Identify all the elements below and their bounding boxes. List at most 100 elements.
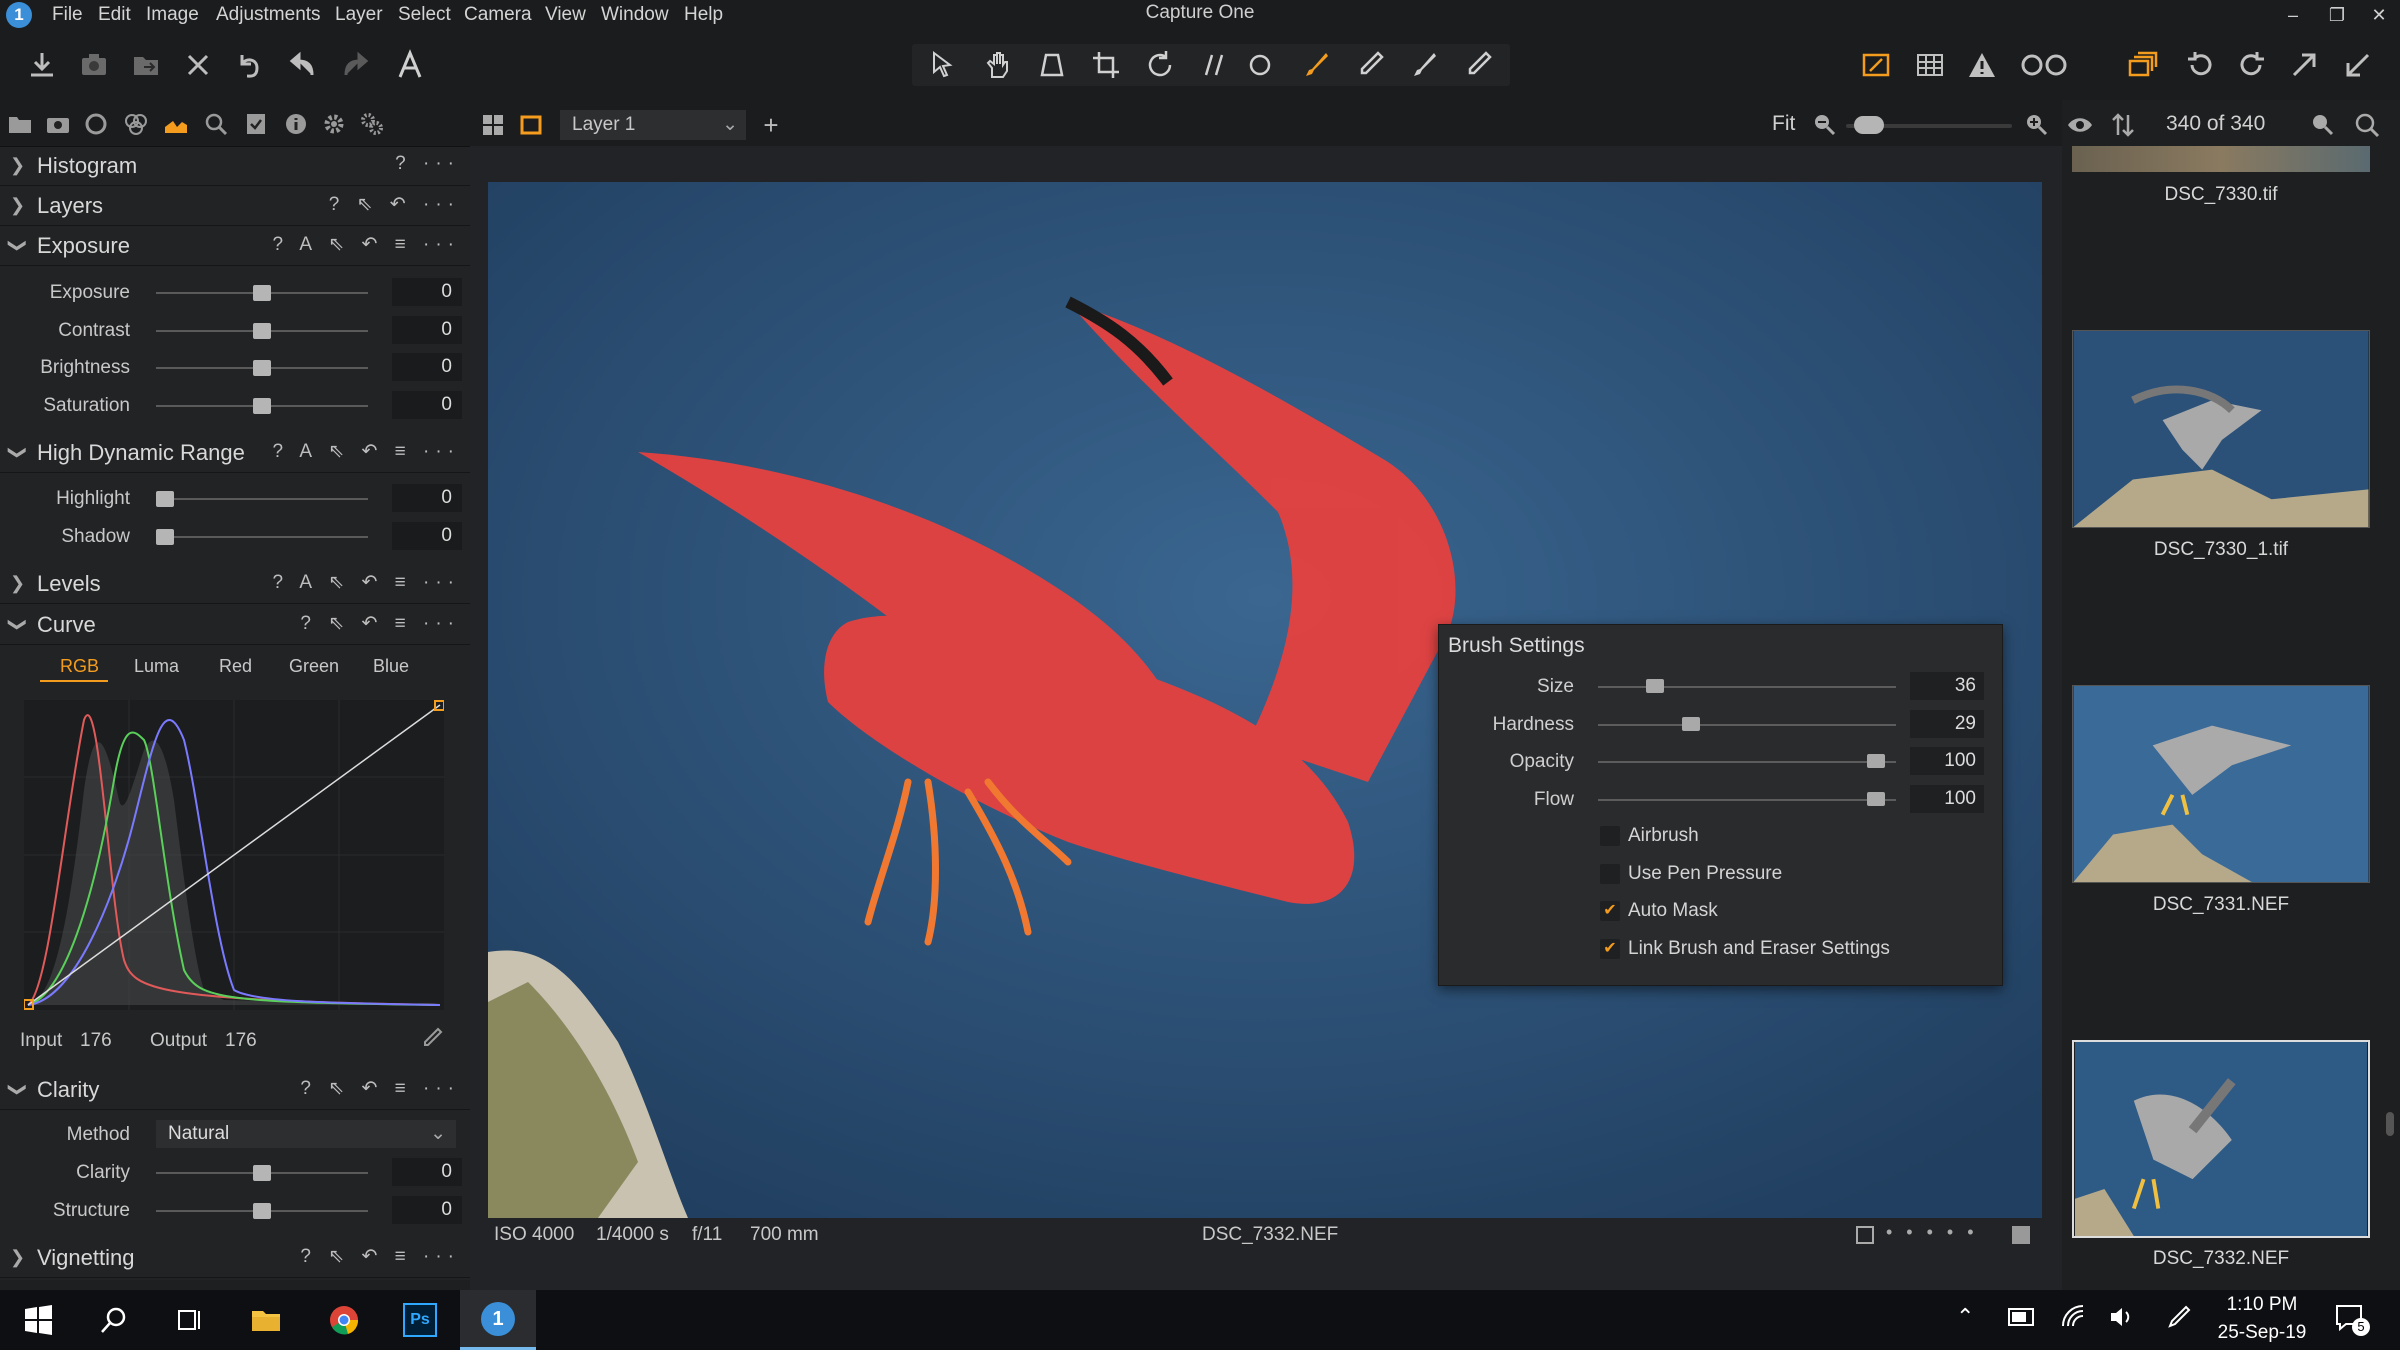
slider-knob[interactable] bbox=[1682, 716, 1700, 731]
capture-icon[interactable] bbox=[42, 108, 74, 140]
menu-layer[interactable]: Layer bbox=[335, 2, 383, 28]
exposure-warning-icon[interactable] bbox=[1856, 48, 1896, 82]
clarity-section-header[interactable]: ❯ Clarity ? ⇖ ↶ ≡ ··· bbox=[0, 1071, 470, 1110]
section-tool-icons[interactable]: ? A ⇖ ↶ ≡ ··· bbox=[273, 440, 460, 463]
fit-label[interactable]: Fit bbox=[1772, 112, 1795, 136]
menu-file[interactable]: File bbox=[52, 2, 83, 28]
add-layer-icon[interactable]: + bbox=[758, 112, 784, 138]
minimize-button[interactable]: – bbox=[2276, 2, 2310, 28]
straighten-tool-icon[interactable] bbox=[1194, 48, 1234, 82]
zoom-slider-knob[interactable] bbox=[1854, 116, 1885, 134]
section-tool-icons[interactable]: ? ··· bbox=[395, 153, 460, 175]
curve-section-header[interactable]: ❯ Curve ? ⇖ ↶ ≡ ··· bbox=[0, 606, 470, 645]
warning-icon[interactable] bbox=[1962, 48, 2002, 82]
checkbox[interactable]: ✔ bbox=[1600, 938, 1620, 959]
histogram-section-header[interactable]: ❯ Histogram ? ··· bbox=[0, 147, 470, 186]
section-tool-icons[interactable]: ? A ⇖ ↶ ≡ ··· bbox=[273, 571, 460, 594]
styles-icon[interactable] bbox=[356, 108, 388, 140]
menu-window[interactable]: Window bbox=[601, 2, 669, 28]
slider-knob[interactable] bbox=[253, 1202, 271, 1219]
gradient-tool-icon[interactable] bbox=[1458, 48, 1498, 82]
copy-icon[interactable] bbox=[2122, 48, 2162, 82]
menu-view[interactable]: View bbox=[545, 2, 586, 28]
file-explorer-icon[interactable] bbox=[228, 1290, 304, 1350]
eraser-tool-icon[interactable] bbox=[1404, 48, 1444, 82]
thumbnail[interactable] bbox=[2072, 685, 2370, 883]
section-tool-icons[interactable]: ? ⇖ ↶ ≡ ··· bbox=[300, 1077, 460, 1100]
wifi-icon[interactable] bbox=[2060, 1304, 2086, 1330]
curve-tab-green[interactable]: Green bbox=[289, 656, 339, 677]
curve-tab-red[interactable]: Red bbox=[219, 656, 252, 677]
thumbnail-partial[interactable] bbox=[2072, 146, 2370, 172]
menu-adjustments[interactable]: Adjustments bbox=[216, 2, 321, 28]
slider-track[interactable] bbox=[156, 498, 368, 500]
method-select[interactable]: Natural ⌄ bbox=[156, 1120, 456, 1148]
slider-value-field[interactable]: 0 bbox=[392, 390, 462, 419]
layers-section-header[interactable]: ❯ Layers ? ⇖ ↶ ··· bbox=[0, 187, 470, 226]
zoom-browser-icon[interactable] bbox=[2310, 112, 2334, 136]
maximize-button[interactable]: ❐ bbox=[2320, 2, 2354, 28]
grid-icon[interactable] bbox=[1910, 48, 1950, 82]
browser-scrollbar[interactable] bbox=[2386, 1112, 2394, 1136]
checkbox[interactable] bbox=[1600, 863, 1620, 884]
cursor-tool-icon[interactable] bbox=[922, 48, 962, 82]
section-tool-icons[interactable]: ? A ⇖ ↶ ≡ ··· bbox=[273, 233, 460, 256]
rotate-tool-icon[interactable] bbox=[1140, 48, 1180, 82]
slider-value-field[interactable]: 0 bbox=[392, 353, 462, 381]
crop-tool-icon[interactable] bbox=[1086, 48, 1126, 82]
task-view-icon[interactable] bbox=[152, 1290, 228, 1350]
slider-value-field[interactable]: 0 bbox=[392, 278, 462, 306]
close-button[interactable]: ✕ bbox=[2362, 2, 2396, 28]
chrome-icon[interactable] bbox=[306, 1290, 382, 1350]
import-icon[interactable] bbox=[22, 48, 62, 82]
curve-picker-icon[interactable] bbox=[418, 1026, 448, 1056]
thumbnail[interactable] bbox=[2072, 330, 2370, 528]
slider-track[interactable] bbox=[1598, 723, 1896, 726]
curve-tab-luma[interactable]: Luma bbox=[134, 656, 179, 677]
move-to-icon[interactable] bbox=[126, 48, 166, 82]
delete-icon[interactable] bbox=[178, 48, 218, 82]
brush-tool-icon[interactable] bbox=[1296, 48, 1336, 82]
info-icon[interactable] bbox=[280, 108, 312, 140]
library-icon[interactable] bbox=[4, 108, 36, 140]
slider-knob[interactable] bbox=[1645, 679, 1664, 693]
volume-icon[interactable] bbox=[2108, 1304, 2134, 1330]
slider-knob[interactable] bbox=[1866, 754, 1885, 768]
slider-knob[interactable] bbox=[253, 322, 271, 339]
slider-knob[interactable] bbox=[156, 528, 174, 545]
rotate-right-icon[interactable] bbox=[2232, 48, 2272, 82]
spot-tool-icon[interactable] bbox=[1240, 48, 1280, 82]
status-info-icon[interactable] bbox=[2012, 1226, 2030, 1244]
grid-view-icon[interactable] bbox=[480, 112, 506, 138]
status-rating-dots[interactable]: ••••• bbox=[1886, 1222, 1988, 1243]
section-tool-icons[interactable]: ? ⇖ ↶ ≡ ··· bbox=[300, 612, 460, 635]
lens-icon[interactable] bbox=[80, 108, 112, 140]
menu-select[interactable]: Select bbox=[398, 2, 451, 28]
slider-knob[interactable] bbox=[1866, 791, 1885, 806]
slider-track[interactable] bbox=[1598, 761, 1896, 763]
levels-section-header[interactable]: ❯ Levels ? A ⇖ ↶ ≡ ··· bbox=[0, 565, 470, 604]
redo-icon[interactable] bbox=[336, 48, 376, 82]
zoom-out-icon[interactable] bbox=[1812, 112, 1836, 136]
vignetting-section-header[interactable]: ❯ Vignetting ? ⇖ ↶ ≡ ··· bbox=[0, 1239, 470, 1278]
color-icon[interactable] bbox=[120, 108, 152, 140]
text-icon[interactable] bbox=[390, 48, 430, 82]
metadata-icon[interactable] bbox=[240, 108, 272, 140]
eyedropper-tool-icon[interactable] bbox=[1350, 48, 1390, 82]
section-tool-icons[interactable]: ? ⇖ ↶ ··· bbox=[329, 193, 460, 216]
eye-icon[interactable] bbox=[2066, 112, 2094, 138]
exposure-tab-icon[interactable] bbox=[160, 108, 192, 140]
curve-graph[interactable] bbox=[24, 700, 444, 1010]
slider-value-field[interactable]: 0 bbox=[392, 484, 462, 512]
windows-start-icon[interactable] bbox=[0, 1290, 76, 1350]
exposure-section-header[interactable]: ❯ Exposure ? A ⇖ ↶ ≡ ··· bbox=[0, 227, 470, 266]
compress-icon[interactable] bbox=[2338, 48, 2378, 82]
sort-icon[interactable] bbox=[2110, 112, 2136, 138]
slider-value-field[interactable]: 0 bbox=[392, 315, 462, 344]
camera-icon[interactable] bbox=[74, 48, 114, 82]
battery-icon[interactable] bbox=[2008, 1308, 2034, 1326]
details-icon[interactable] bbox=[200, 108, 232, 140]
slider-value-field[interactable]: 29 bbox=[1910, 709, 1984, 738]
slider-value-field[interactable]: 36 bbox=[1910, 672, 1984, 700]
slider-knob[interactable] bbox=[156, 491, 174, 507]
